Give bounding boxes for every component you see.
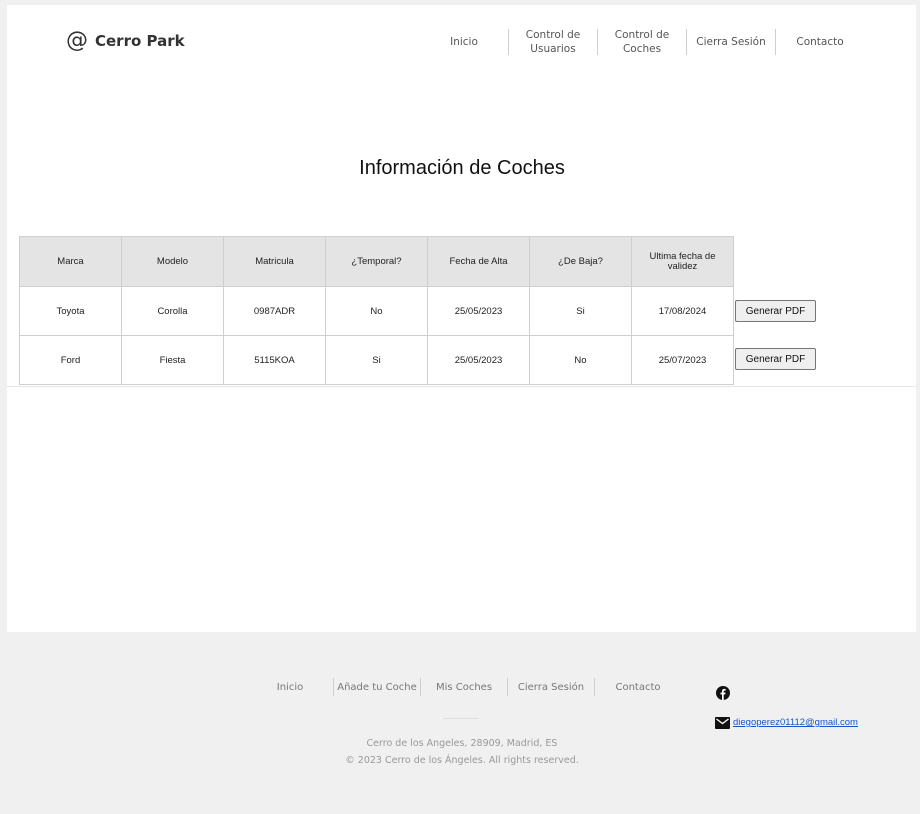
- generar-pdf-button[interactable]: Generar PDF: [735, 348, 816, 370]
- email-link[interactable]: diegoperez01112@gmail.com: [733, 717, 858, 728]
- cell-marca: Toyota: [19, 286, 122, 336]
- footer-nav: Inicio Añade tu Coche Mis Coches Cierra …: [247, 678, 681, 696]
- footer-item-inicio[interactable]: Inicio: [247, 678, 333, 696]
- table-row: Toyota Corolla 0987ADR No 25/05/2023 Si …: [19, 286, 734, 336]
- footer-item-contacto[interactable]: Contacto: [595, 678, 681, 696]
- footer-copyright: © 2023 Cerro de los Ángeles. All rights …: [345, 755, 579, 766]
- nav-item-cierra-sesion[interactable]: Cierra Sesión: [687, 28, 775, 56]
- column-header-marca: Marca: [19, 236, 122, 287]
- content-divider: [7, 386, 916, 387]
- cell-temporal: Si: [325, 335, 428, 385]
- cell-fecha-alta: 25/05/2023: [427, 286, 530, 336]
- column-header-fecha-alta: Fecha de Alta: [427, 236, 530, 287]
- cell-temporal: No: [325, 286, 428, 336]
- column-header-modelo: Modelo: [121, 236, 224, 287]
- nav-item-inicio[interactable]: Inicio: [420, 28, 508, 56]
- cell-modelo: Fiesta: [121, 335, 224, 385]
- footer-item-cierra-sesion[interactable]: Cierra Sesión: [508, 678, 594, 696]
- cell-matricula: 5115KOA: [223, 335, 326, 385]
- brand-name: Cerro Park: [95, 32, 185, 50]
- column-header-matricula: Matricula: [223, 236, 326, 287]
- footer-divider: [443, 718, 479, 719]
- cell-fecha-alta: 25/05/2023: [427, 335, 530, 385]
- cell-de-baja: No: [529, 335, 632, 385]
- cars-table: Marca Modelo Matricula ¿Temporal? Fecha …: [19, 236, 734, 385]
- table-header-row: Marca Modelo Matricula ¿Temporal? Fecha …: [19, 236, 734, 287]
- cell-ultima-fecha-validez: 17/08/2024: [631, 286, 734, 336]
- column-header-de-baja: ¿De Baja?: [529, 236, 632, 287]
- footer-address: Cerro de los Angeles, 28909, Madrid, ES: [366, 738, 558, 749]
- cell-matricula: 0987ADR: [223, 286, 326, 336]
- table-row: Ford Fiesta 5115KOA Si 25/05/2023 No 25/…: [19, 335, 734, 385]
- nav-item-control-usuarios[interactable]: Control de Usuarios: [509, 28, 597, 56]
- generar-pdf-button[interactable]: Generar PDF: [735, 300, 816, 322]
- cell-de-baja: Si: [529, 286, 632, 336]
- page-title: Información de Coches: [359, 157, 565, 179]
- column-header-ultima-fecha-validez: Ultima fecha de validez: [631, 236, 734, 287]
- footer-item-anade-coche[interactable]: Añade tu Coche: [334, 678, 420, 696]
- mail-icon: [715, 717, 730, 729]
- footer-item-mis-coches[interactable]: Mis Coches: [421, 678, 507, 696]
- nav-item-contacto[interactable]: Contacto: [776, 28, 864, 56]
- facebook-icon[interactable]: [716, 686, 730, 700]
- nav-item-control-coches[interactable]: Control de Coches: [598, 28, 686, 56]
- column-header-temporal: ¿Temporal?: [325, 236, 428, 287]
- cell-ultima-fecha-validez: 25/07/2023: [631, 335, 734, 385]
- cell-modelo: Corolla: [121, 286, 224, 336]
- brand-logo[interactable]: @ Cerro Park: [66, 30, 185, 52]
- cell-marca: Ford: [19, 335, 122, 385]
- main-nav: Inicio Control de Usuarios Control de Co…: [420, 28, 864, 56]
- at-sign-icon: @: [66, 28, 88, 53]
